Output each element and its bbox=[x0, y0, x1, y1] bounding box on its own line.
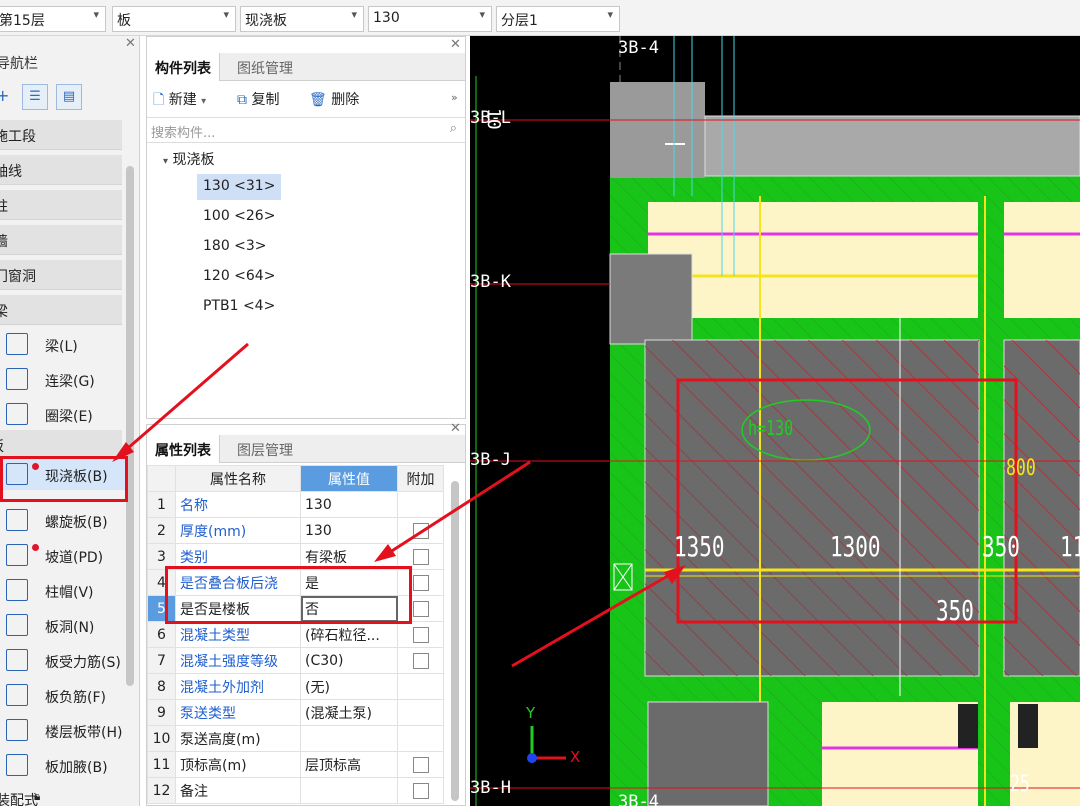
app-window: 第15层 ▾ 板 ▾ 现浇板 ▾ 130 ▾ 分层1 ▾ ✕ 导航栏 + ☰ ▤… bbox=[0, 0, 1080, 806]
annotation-arrows bbox=[112, 342, 686, 668]
